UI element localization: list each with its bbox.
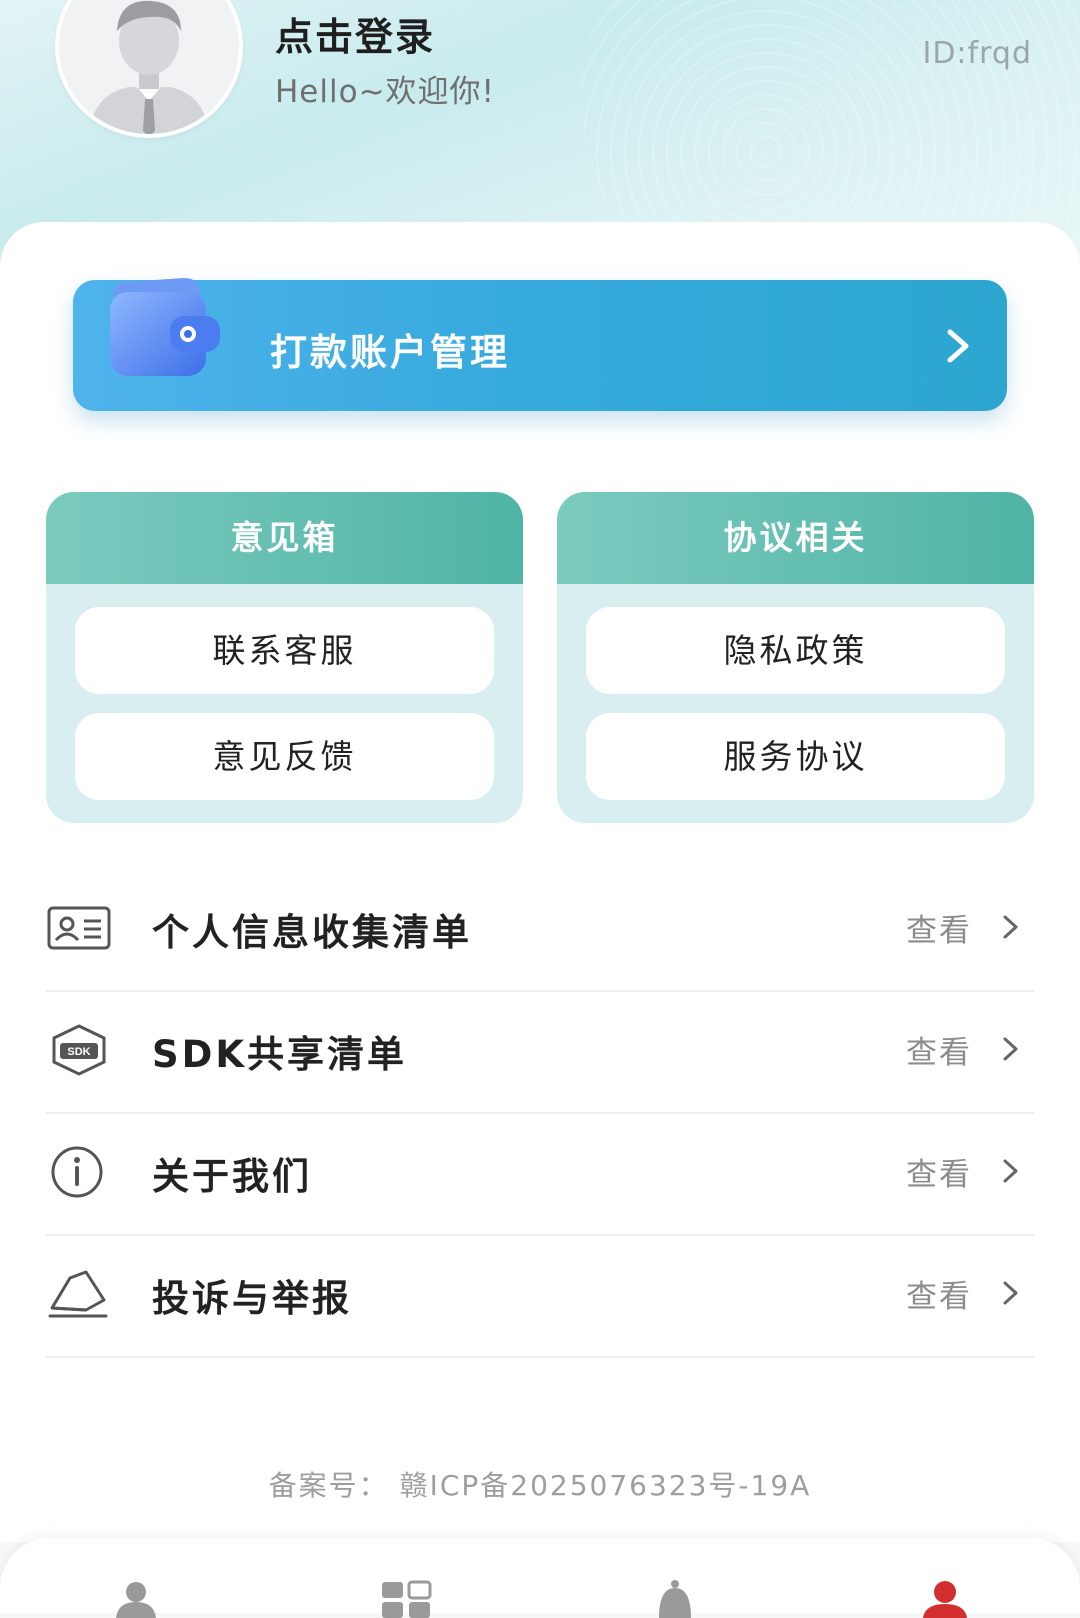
icp-record: 备案号： 赣ICP备2025076323号-19A <box>268 1469 812 1502</box>
view-link[interactable]: 查看 <box>906 1027 972 1072</box>
id-card-icon <box>47 906 111 950</box>
panel-title: 协议相关 <box>557 492 1034 584</box>
list-item-label: 投诉与举报 <box>152 1277 352 1320</box>
list-item-sdk[interactable]: SDK SDK共享清单 查看 <box>46 990 1034 1114</box>
mine-tab-icon[interactable] <box>915 1578 975 1618</box>
contact-support-button[interactable]: 联系客服 <box>75 607 494 694</box>
user-id: ID:frqd <box>922 36 1032 71</box>
view-link[interactable]: 查看 <box>906 1149 972 1194</box>
chevron-right-icon <box>1003 1037 1018 1061</box>
account-management-label: 打款账户管理 <box>270 331 510 374</box>
list-item-complaint[interactable]: 投诉与举报 查看 <box>46 1234 1034 1358</box>
info-icon <box>51 1146 103 1198</box>
apps-tab-icon[interactable] <box>376 1578 436 1618</box>
list-item-personal-info[interactable]: 个人信息收集清单 查看 <box>46 868 1034 992</box>
service-agreement-button[interactable]: 服务协议 <box>586 713 1005 800</box>
feedback-button[interactable]: 意见反馈 <box>75 713 494 800</box>
chevron-right-icon <box>1003 1281 1018 1305</box>
view-link[interactable]: 查看 <box>906 905 972 950</box>
complaint-icon <box>48 1270 108 1318</box>
profile-tab-icon[interactable] <box>106 1578 166 1618</box>
list-item-label: 个人信息收集清单 <box>152 911 472 954</box>
chevron-right-icon <box>947 329 969 363</box>
greeting-text: Hello~欢迎你! <box>275 74 495 110</box>
panel-title: 意见箱 <box>46 492 523 584</box>
chevron-right-icon <box>1003 1159 1018 1183</box>
list-item-label: SDK共享清单 <box>152 1033 408 1076</box>
chevron-right-icon <box>1003 915 1018 939</box>
privacy-policy-button[interactable]: 隐私政策 <box>586 607 1005 694</box>
bottom-tab-bar <box>0 1538 1080 1618</box>
svg-text:SDK: SDK <box>67 1046 90 1058</box>
feedback-panel: 意见箱 联系客服 意见反馈 <box>46 492 523 823</box>
list-item-label: 关于我们 <box>152 1155 312 1198</box>
view-link[interactable]: 查看 <box>906 1271 972 1316</box>
wallet-icon <box>110 278 220 376</box>
agreements-panel: 协议相关 隐私政策 服务协议 <box>557 492 1034 823</box>
bell-tab-icon[interactable] <box>645 1578 705 1618</box>
login-title[interactable]: 点击登录 <box>275 6 435 61</box>
list-item-about[interactable]: 关于我们 查看 <box>46 1112 1034 1236</box>
sdk-icon: SDK <box>52 1024 106 1076</box>
